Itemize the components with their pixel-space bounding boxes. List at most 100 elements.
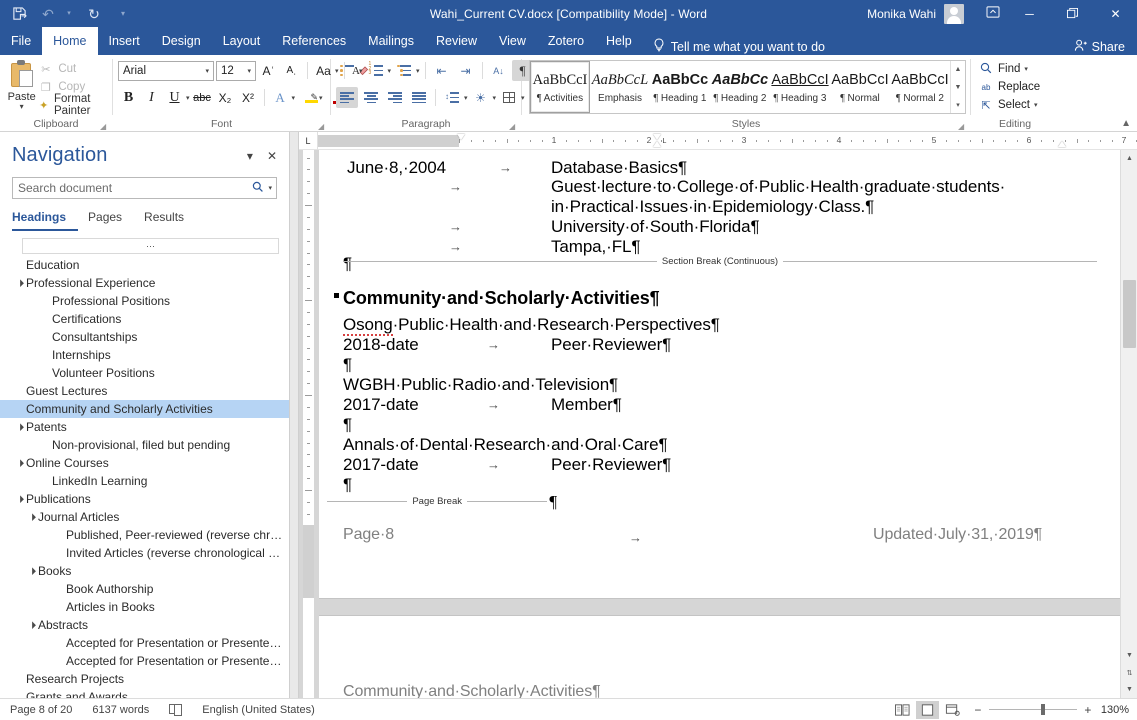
chevron-down-icon[interactable]: ▾ [1034,101,1038,109]
restore-button[interactable] [1051,0,1094,27]
font-name-box[interactable]: Arial ▾ [118,60,214,81]
tab-mailings[interactable]: Mailings [357,27,425,55]
nav-heading-item[interactable]: ◢ Books [0,562,289,580]
tab-help[interactable]: Help [595,27,643,55]
ribbon-display-options-icon[interactable] [978,6,1008,21]
expand-triangle-icon[interactable]: ◢ [25,510,39,524]
sort-button[interactable]: A↓ [488,60,510,81]
page-indicator[interactable]: Page 8 of 20 [0,704,82,716]
tab-stop-selector[interactable]: L [299,131,318,150]
print-layout-icon[interactable] [915,700,939,719]
next-page-icon[interactable]: ▼ [1121,681,1137,698]
expand-triangle-icon[interactable]: ◢ [13,420,27,434]
nav-heading-item[interactable]: ◢ Journal Articles [0,508,289,526]
bold-button[interactable]: B [118,87,139,108]
format-painter-button[interactable]: ✦ Format Painter [38,93,108,117]
nav-heading-item[interactable]: LinkedIn Learning [0,472,289,490]
tab-insert[interactable]: Insert [98,27,151,55]
styles-scroll-down-icon[interactable]: ▼ [951,79,965,96]
tell-me-box[interactable]: Tell me what you want to do [653,38,825,55]
document-page-8[interactable]: June·8,·2004 → Database·Basics¶ → Guest·lect… [319,150,1120,598]
save-icon[interactable] [10,5,28,23]
expand-triangle-icon[interactable]: ◢ [13,276,27,290]
nav-heading-item[interactable]: Community and Scholarly Activities [0,400,289,418]
style-item-heading-3[interactable]: AaBbCcI ¶ Heading 3 [770,61,830,113]
style-item-heading-2[interactable]: AaBbCc ¶ Heading 2 [710,61,770,113]
chevron-down-icon[interactable]: ▾ [186,94,190,102]
avatar[interactable] [944,3,964,24]
tab-home[interactable]: Home [42,27,98,55]
tab-file[interactable]: File [0,27,42,55]
replace-button[interactable]: ab Replace [976,78,1041,96]
navtab-pages[interactable]: Pages [88,208,134,231]
nav-heading-item[interactable]: Grants and Awards [0,688,289,698]
share-button[interactable]: Share [1074,39,1125,55]
multilevel-list-button[interactable] [393,60,415,81]
navigation-drag-handle[interactable]: ⋯ [22,238,279,254]
line-spacing-button[interactable]: ↕ [441,87,463,108]
paste-dropdown-icon[interactable]: ▾ [20,103,24,111]
nav-heading-item[interactable]: Book Authorship [0,580,289,598]
nav-heading-item[interactable]: Consultantships [0,328,289,346]
subscript-button[interactable]: X₂ [215,87,236,108]
zoom-slider[interactable]: − + [965,703,1101,717]
collapse-ribbon-icon[interactable]: ▲ [1121,118,1131,129]
font-size-box[interactable]: 12 ▾ [216,60,256,81]
previous-page-icon[interactable]: ⇅ [1121,664,1137,681]
styles-more-icon[interactable]: ▾ [951,96,965,113]
align-center-button[interactable] [360,87,382,108]
right-indent-marker[interactable] [1058,140,1067,147]
chevron-down-icon[interactable]: ▾ [1024,65,1028,73]
navtab-headings[interactable]: Headings [12,208,79,231]
justify-button[interactable] [408,87,430,108]
nav-heading-item[interactable]: Published, Peer-reviewed (reverse chrono… [0,526,289,544]
nav-heading-item[interactable]: Guest Lectures [0,382,289,400]
underline-button[interactable]: U [164,87,185,108]
styles-scroll-up-icon[interactable]: ▲ [951,61,965,78]
nav-heading-item[interactable]: Certifications [0,310,289,328]
navigation-options-icon[interactable]: ▾ [247,149,253,163]
first-line-indent-marker[interactable] [457,133,465,140]
bullets-button[interactable] [336,60,358,81]
chevron-down-icon[interactable]: ▾ [416,67,420,75]
text-effects-button[interactable]: A [270,87,291,108]
web-layout-icon[interactable] [941,701,964,719]
zoom-in-button[interactable]: + [1083,703,1093,717]
search-icon[interactable] [252,181,264,196]
page-canvas[interactable]: June·8,·2004 → Database·Basics¶ → Guest·lect… [319,150,1120,698]
tab-references[interactable]: References [271,27,357,55]
nav-heading-item[interactable]: Research Projects [0,670,289,688]
style-item-heading-1[interactable]: AaBbCc ¶ Heading 1 [650,61,710,113]
customize-qat-icon[interactable]: ▾ [114,5,132,23]
grow-font-button[interactable]: Aʿ [258,60,279,81]
style-item-emphasis[interactable]: AaBbCcL Emphasis [590,61,650,113]
superscript-button[interactable]: X² [238,87,259,108]
chevron-down-icon[interactable]: ▾ [319,94,323,102]
user-name[interactable]: Monika Wahi [867,7,944,21]
hanging-indent-marker[interactable] [652,140,661,147]
style-item-activities[interactable]: AaBbCcI ¶ Activities [530,61,590,113]
styles-dialog-launcher[interactable]: ◢ [958,122,967,131]
text-highlight-button[interactable]: ✎ [297,87,319,108]
tab-zotero[interactable]: Zotero [537,27,595,55]
search-input[interactable] [18,181,251,195]
undo-icon[interactable]: ↶ [39,5,57,23]
tab-layout[interactable]: Layout [212,27,272,55]
nav-heading-item[interactable]: ◢ Online Courses [0,454,289,472]
tab-design[interactable]: Design [151,27,212,55]
ruler-bar[interactable]: 1 2 3 4 5 6 7 L [318,133,1137,147]
chevron-down-icon[interactable]: ▾ [205,67,209,75]
nav-heading-item[interactable]: Education [0,256,289,274]
language-indicator[interactable]: English (United States) [192,704,325,716]
select-button[interactable]: ⇱ Select ▾ [976,96,1037,114]
navtab-results[interactable]: Results [144,208,196,231]
nav-heading-item[interactable]: ◢ Patents [0,418,289,436]
read-mode-icon[interactable] [891,701,914,719]
strikethrough-button[interactable]: abc [192,87,213,108]
close-button[interactable]: ✕ [1094,0,1137,27]
scroll-up-icon[interactable]: ▲ [1121,150,1137,167]
undo-dropdown-icon[interactable]: ▾ [60,5,78,23]
nav-heading-item[interactable]: Non-provisional, filed but pending [0,436,289,454]
chevron-down-icon[interactable]: ▾ [247,67,251,75]
nav-heading-item[interactable]: Volunteer Positions [0,364,289,382]
